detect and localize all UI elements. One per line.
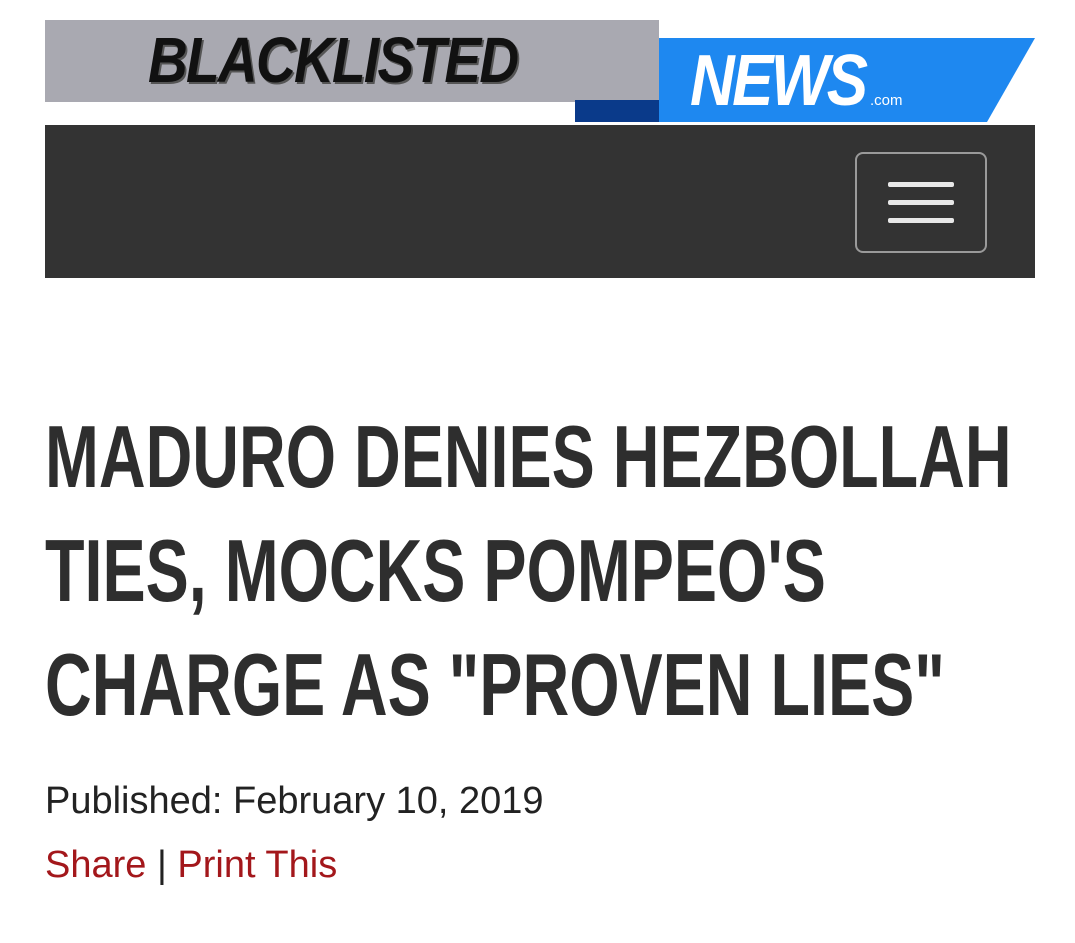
menu-icon-bar [888,200,954,205]
logo-word-news: NEWS [690,41,868,121]
print-link[interactable]: Print This [177,844,337,886]
menu-toggle-button[interactable] [855,152,987,253]
site-logo[interactable]: BLACKLISTED NEWS .com [45,20,1035,122]
logo-word-blacklisted: BLACKLISTED [148,24,519,96]
headline-line: CHARGE AS "PROVEN LIES" [45,635,945,734]
article-actions: Share | Print This [45,842,337,888]
published-label: Published: [45,780,223,822]
menu-icon-bar [888,218,954,223]
article-headline: MADURO DENIES HEZBOLLAH TIES, MOCKS POMP… [45,400,1012,742]
navbar [45,125,1035,278]
logo-domain-suffix: .com [870,92,903,109]
published-date: February 10, 2019 [233,780,544,822]
headline-line: TIES, MOCKS POMPEO'S [45,521,826,620]
menu-icon-bar [888,182,954,187]
published-meta: Published: February 10, 2019 [45,778,544,824]
action-separator: | [156,844,167,886]
share-link[interactable]: Share [45,844,146,886]
headline-line: MADURO DENIES HEZBOLLAH [45,407,1012,506]
